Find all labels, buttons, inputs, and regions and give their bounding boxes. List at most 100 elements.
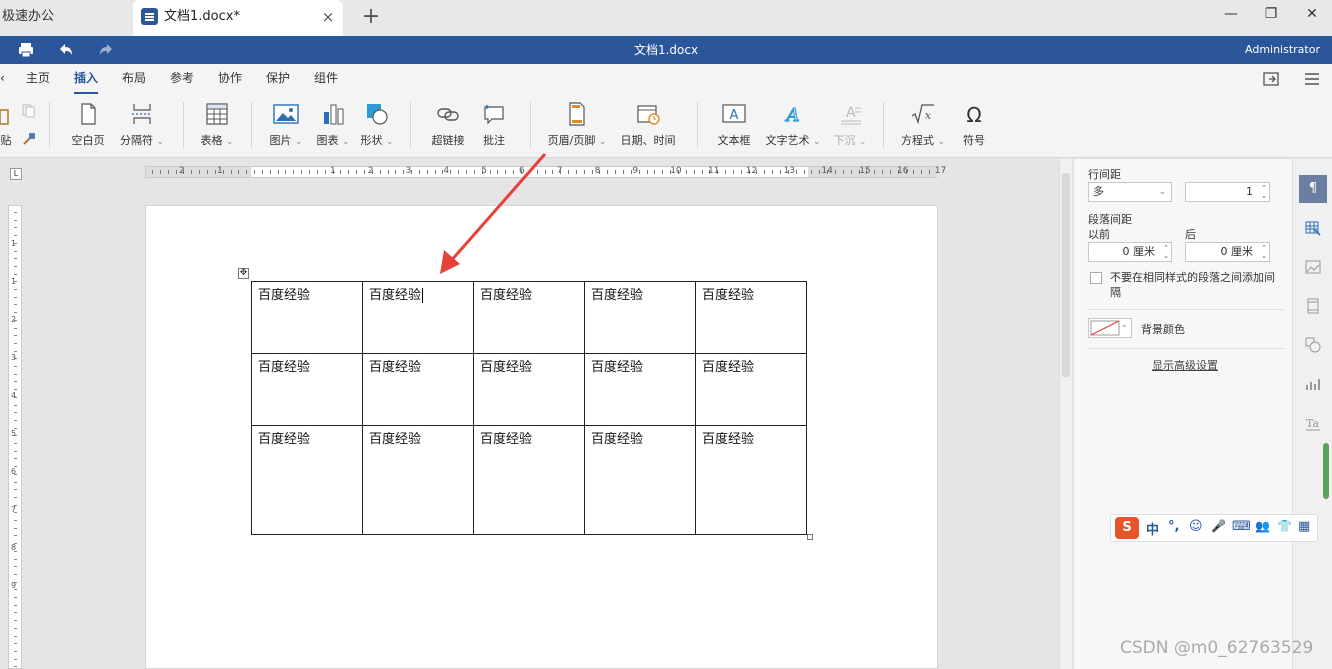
ime-voice-icon[interactable]: 🎤 <box>1211 519 1226 533</box>
table-cell[interactable]: 百度经验 <box>251 425 363 535</box>
blank-page-button[interactable]: 空白页 <box>66 102 110 152</box>
tab-plugins[interactable]: 组件 <box>314 64 338 92</box>
table-cell[interactable]: 百度经验 <box>584 425 696 535</box>
ruler-tick <box>269 170 271 174</box>
line-spacing-label: 行间距 <box>1088 168 1121 181</box>
ime-keyboard-icon[interactable]: ⌨ <box>1232 519 1251 534</box>
spinner-icon[interactable]: ⌃ ⌄ <box>1259 184 1267 200</box>
open-location-icon[interactable] <box>1263 71 1281 87</box>
date-time-button[interactable]: 日期、时间 <box>618 102 678 152</box>
break-button[interactable]: 分隔符 ⌄ <box>118 102 166 152</box>
chart-button[interactable]: 图表 ⌄ <box>313 102 353 152</box>
comment-button[interactable]: 批注 <box>477 102 511 152</box>
ime-skin-icon[interactable]: 👕 <box>1277 519 1292 533</box>
ruler-number: 2 <box>11 315 17 324</box>
undo-icon[interactable] <box>57 41 75 59</box>
watermark: CSDN @m0_62763529 <box>1120 638 1314 658</box>
table-cell[interactable]: 百度经验 <box>473 425 585 535</box>
copy-icon[interactable] <box>22 104 36 118</box>
ruler-tick <box>222 170 224 174</box>
vertical-scrollbar[interactable] <box>1059 159 1072 669</box>
ruler-tick <box>14 265 17 267</box>
table-cell[interactable]: 百度经验 <box>584 281 696 354</box>
table-cell[interactable]: 百度经验 <box>473 281 585 354</box>
hyperlink-button[interactable]: 超链接 <box>427 102 469 152</box>
tab-protect[interactable]: 保护 <box>266 64 290 92</box>
text-art-settings-icon[interactable]: Ta <box>1299 409 1327 437</box>
ruler-number: 1 <box>11 277 17 286</box>
equation-button[interactable]: x 方程式 ⌄ <box>898 102 948 152</box>
menu-icon[interactable] <box>1304 72 1320 86</box>
user-name[interactable]: Administrator <box>1245 36 1320 64</box>
shape-button[interactable]: 形状 ⌄ <box>357 102 397 152</box>
scrollbar-thumb[interactable] <box>1062 173 1070 377</box>
tab-active-document[interactable]: 文档1.docx* × <box>133 0 343 36</box>
header-footer-settings-icon[interactable] <box>1299 292 1327 320</box>
spinner-icon[interactable]: ⌃ ⌄ <box>1161 244 1169 260</box>
menu-file-edge[interactable]: ‹ <box>0 64 5 92</box>
tab-home[interactable]: 主页 <box>26 64 50 92</box>
table-cell[interactable]: 百度经验 <box>695 281 807 354</box>
minimize-button[interactable]: — <box>1216 6 1246 28</box>
table-cell[interactable]: 百度经验 <box>584 353 696 426</box>
tab-stop-selector[interactable]: L <box>10 168 22 180</box>
drop-cap-button[interactable]: A 下沉 ⌄ <box>830 102 870 152</box>
print-icon[interactable] <box>17 41 35 59</box>
table-cell[interactable]: 百度经验 <box>251 353 363 426</box>
ruler-tick <box>623 170 624 174</box>
tab-close-button[interactable]: × <box>319 8 337 26</box>
vertical-ruler[interactable]: 1 1 2 3 4 5 6 7 8 9 <box>8 205 22 669</box>
ruler-tick <box>14 635 17 637</box>
table-button[interactable]: 表格 ⌄ <box>197 102 237 152</box>
tab-insert[interactable]: 插入 <box>74 64 99 94</box>
ime-emoji-icon[interactable]: ☺ <box>1189 519 1203 534</box>
background-color-picker[interactable]: ⌄ <box>1088 318 1132 338</box>
table-move-handle[interactable]: ✥ <box>238 268 249 279</box>
image-button[interactable]: 图片 ⌄ <box>266 102 306 152</box>
ime-toolbar[interactable]: S 中 °, ☺ 🎤 ⌨ 👥 👕 ▦ <box>1110 514 1318 542</box>
rail-scroll-indicator[interactable] <box>1323 443 1329 499</box>
spacing-after-input[interactable]: 0 厘米 ⌃ ⌄ <box>1185 242 1270 262</box>
new-tab-button[interactable]: + <box>360 6 382 28</box>
ime-toolbox-icon[interactable]: ▦ <box>1298 519 1310 534</box>
image-settings-icon[interactable] <box>1299 253 1327 281</box>
ime-punctuation-icon[interactable]: °, <box>1168 519 1179 534</box>
text-box-button[interactable]: A 文本框 <box>714 102 754 152</box>
tab-collaborate[interactable]: 协作 <box>218 64 242 92</box>
sogou-logo-icon[interactable]: S <box>1115 517 1139 539</box>
line-spacing-value-input[interactable]: 1 ⌃ ⌄ <box>1185 182 1270 202</box>
format-painter-icon[interactable] <box>22 132 36 146</box>
ruler-tick <box>685 170 687 174</box>
redo-icon[interactable] <box>97 41 115 59</box>
paragraph-settings-icon[interactable]: ¶ <box>1299 175 1327 203</box>
document-table[interactable]: 百度经验 百度经验 百度经验 百度经验 百度经验 百度经验 百度经验 百度经验 … <box>251 281 807 535</box>
spinner-icon[interactable]: ⌃ ⌄ <box>1259 244 1267 260</box>
table-cell[interactable]: 百度经验 <box>251 281 363 354</box>
ruler-tick <box>14 620 17 622</box>
line-spacing-mode-select[interactable]: 多 ⌄ <box>1088 182 1172 202</box>
tab-references[interactable]: 参考 <box>170 64 194 92</box>
spacing-before-input[interactable]: 0 厘米 ⌃ ⌄ <box>1088 242 1172 262</box>
window-close-button[interactable]: ✕ <box>1297 6 1327 28</box>
ime-user-icon[interactable]: 👥 <box>1255 519 1270 533</box>
ime-chinese-mode[interactable]: 中 <box>1146 519 1159 538</box>
table-settings-icon[interactable] <box>1299 214 1327 242</box>
table-cell-active[interactable]: 百度经验 <box>362 281 474 354</box>
word-art-button[interactable]: A 文字艺术 ⌄ <box>764 102 822 152</box>
restore-button[interactable]: ❐ <box>1256 6 1286 28</box>
shape-settings-icon[interactable] <box>1299 331 1327 359</box>
table-cell[interactable]: 百度经验 <box>473 353 585 426</box>
advanced-settings-link[interactable]: 显示高级设置 <box>1152 357 1218 373</box>
paste-button[interactable]: 贴 <box>0 102 12 152</box>
table-cell[interactable]: 百度经验 <box>695 353 807 426</box>
table-cell[interactable]: 百度经验 <box>362 425 474 535</box>
no-space-checkbox[interactable] <box>1090 272 1102 284</box>
header-footer-button[interactable]: 页眉/页脚 ⌄ <box>546 102 608 152</box>
table-cell[interactable]: 百度经验 <box>695 425 807 535</box>
chart-settings-icon[interactable] <box>1299 370 1327 398</box>
tab-layout[interactable]: 布局 <box>122 64 146 92</box>
table-resize-handle[interactable] <box>807 534 813 540</box>
symbol-button[interactable]: Ω 符号 <box>956 102 992 152</box>
tab-previous[interactable]: 极速办公 <box>0 0 130 36</box>
table-cell[interactable]: 百度经验 <box>362 353 474 426</box>
